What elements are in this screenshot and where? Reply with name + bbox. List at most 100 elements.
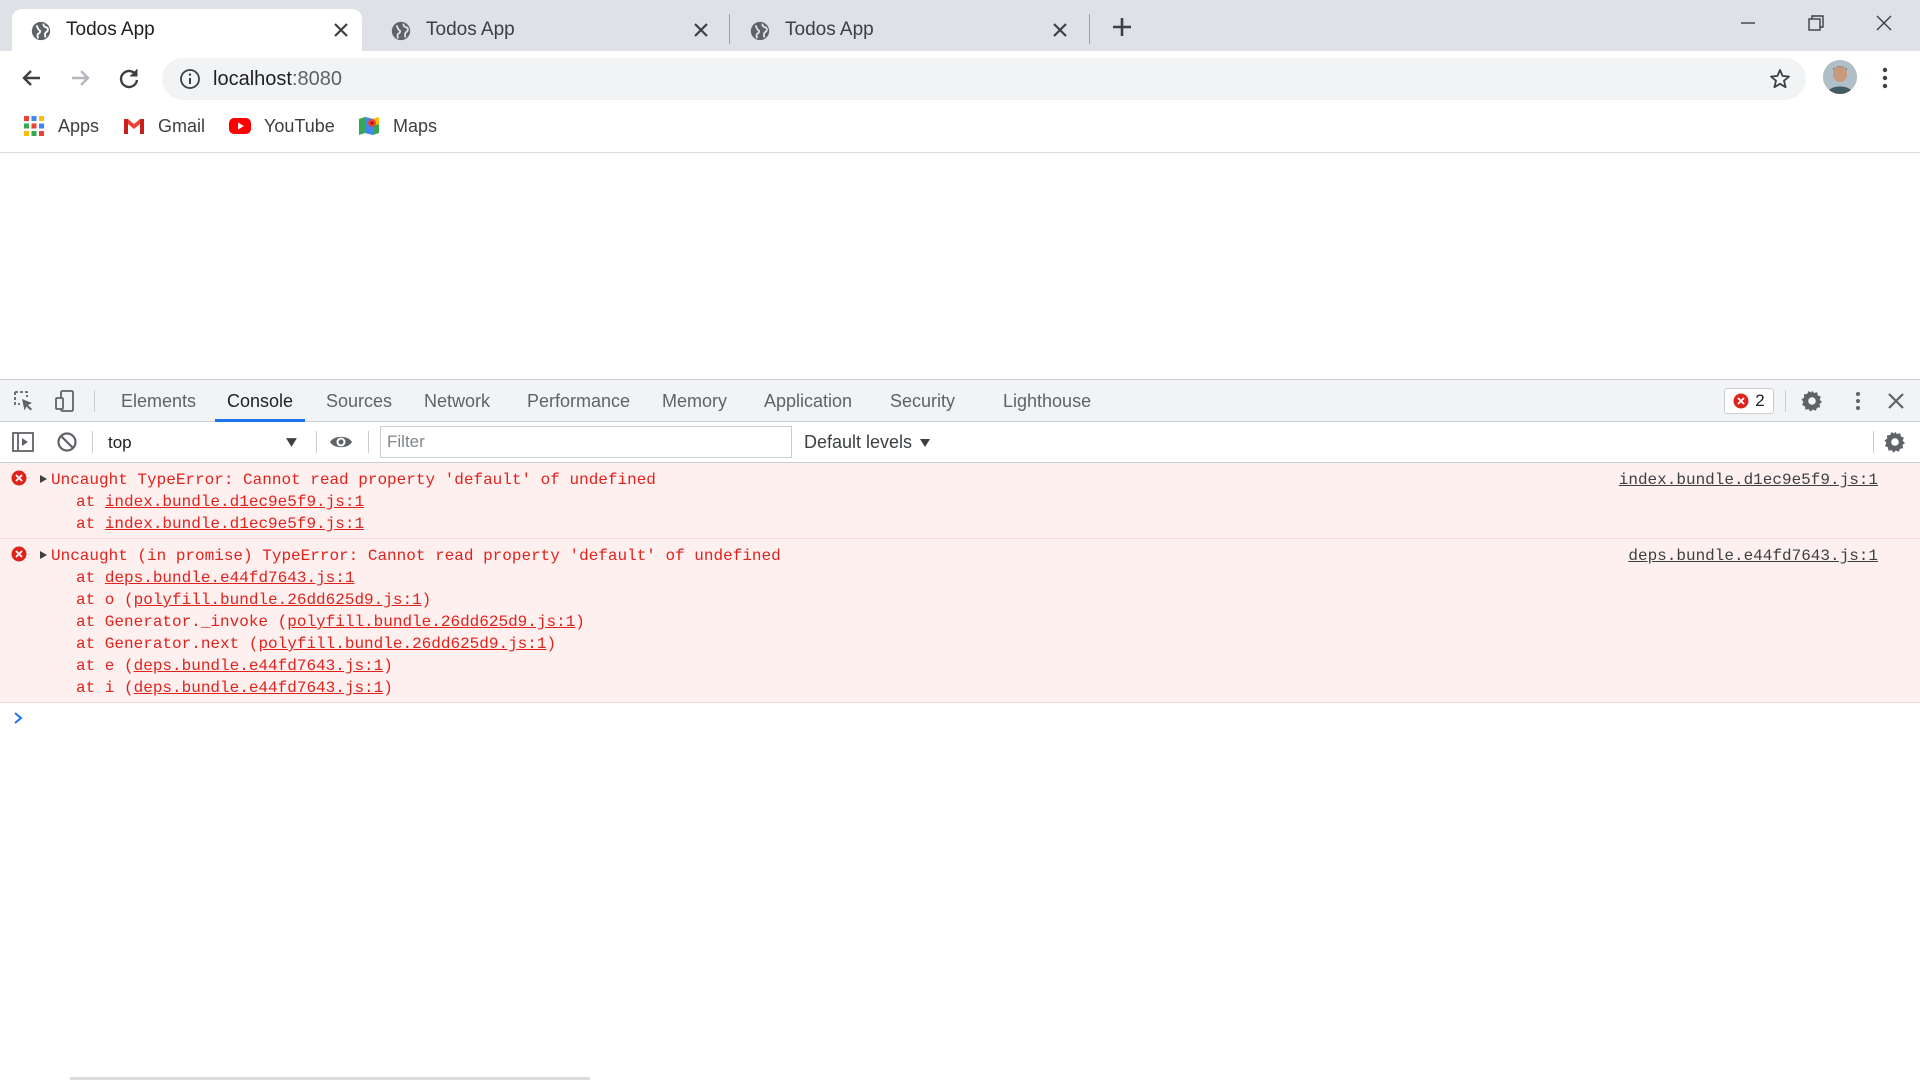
address-bar[interactable]: localhost:8080 xyxy=(162,58,1806,100)
frame-suffix: ) xyxy=(546,635,557,653)
frame-link[interactable]: index.bundle.d1ec9e5f9.js:1 xyxy=(105,515,364,533)
globe-icon xyxy=(391,21,411,41)
gmail-icon xyxy=(124,119,144,134)
tab-security[interactable]: Security xyxy=(878,380,967,422)
frame-suffix: ) xyxy=(383,657,393,675)
close-window-icon[interactable] xyxy=(1871,10,1897,36)
toolbar-divider xyxy=(92,431,93,453)
url-port: :8080 xyxy=(291,68,342,90)
frame-link[interactable]: deps.bundle.e44fd7643.js:1 xyxy=(134,657,384,675)
clear-console-icon[interactable] xyxy=(55,430,79,454)
stack-frame: at e (deps.bundle.e44fd7643.js:1) xyxy=(76,655,585,677)
stack-frame: at Generator.next (polyfill.bundle.26dd6… xyxy=(76,633,585,655)
bookmark-label: Maps xyxy=(393,115,438,136)
show-sidebar-icon[interactable] xyxy=(11,430,35,454)
tab-memory[interactable]: Memory xyxy=(650,380,739,422)
tab-title: Todos App xyxy=(66,19,155,40)
browser-tab-2[interactable]: Todos App xyxy=(372,9,722,51)
tab-sources[interactable]: Sources xyxy=(314,380,404,422)
frame-prefix: at xyxy=(76,493,105,511)
globe-icon xyxy=(31,21,51,41)
profile-avatar[interactable] xyxy=(1823,60,1857,94)
bookmark-apps[interactable]: Apps xyxy=(22,106,99,146)
expand-triangle-icon[interactable] xyxy=(38,550,48,560)
console-error-message[interactable]: Uncaught TypeError: Cannot read property… xyxy=(0,463,1920,539)
settings-gear-icon[interactable] xyxy=(1800,389,1824,413)
url-host: localhost xyxy=(213,68,292,90)
site-info-icon[interactable] xyxy=(179,68,201,90)
stack-frame: at index.bundle.d1ec9e5f9.js:1 xyxy=(76,491,364,513)
stack-frame: at index.bundle.d1ec9e5f9.js:1 xyxy=(76,513,364,535)
bookmark-star-icon[interactable] xyxy=(1768,67,1792,91)
back-arrow-icon[interactable] xyxy=(18,64,46,92)
log-levels-select[interactable]: Default levels xyxy=(804,428,931,457)
devtools-panel: Elements Console Sources Network Perform… xyxy=(0,379,1920,1080)
error-source-link[interactable]: index.bundle.d1ec9e5f9.js:1 xyxy=(1619,469,1878,491)
tab-separator xyxy=(729,14,730,44)
toolbar-divider xyxy=(316,431,317,453)
bookmark-maps[interactable]: Maps xyxy=(357,106,437,146)
log-levels-label: Default levels xyxy=(804,432,913,452)
console-prompt[interactable] xyxy=(0,703,1920,733)
live-expression-eye-icon[interactable] xyxy=(329,430,353,454)
tab-elements[interactable]: Elements xyxy=(109,380,208,422)
browser-toolbar: localhost:8080 xyxy=(0,51,1920,106)
forward-arrow-icon[interactable] xyxy=(66,64,94,92)
youtube-icon xyxy=(229,118,251,134)
frame-suffix: ) xyxy=(383,679,393,697)
stack-trace: at deps.bundle.e44fd7643.js:1 at o (poly… xyxy=(76,567,585,699)
error-circle-icon xyxy=(1733,393,1749,409)
stack-frame: at deps.bundle.e44fd7643.js:1 xyxy=(76,567,585,589)
dropdown-triangle-icon xyxy=(920,438,931,447)
new-tab-plus-icon[interactable] xyxy=(1110,15,1134,39)
close-devtools-icon[interactable] xyxy=(1884,389,1908,413)
tab-application[interactable]: Application xyxy=(752,380,864,422)
close-tab-icon[interactable] xyxy=(332,21,350,39)
tab-performance[interactable]: Performance xyxy=(515,380,642,422)
page-content xyxy=(0,153,1920,379)
more-vertical-icon[interactable] xyxy=(1846,389,1870,413)
reload-icon[interactable] xyxy=(115,64,143,92)
error-source-link[interactable]: deps.bundle.e44fd7643.js:1 xyxy=(1628,545,1878,567)
bookmark-gmail[interactable]: Gmail xyxy=(122,106,205,146)
stack-frame: at i (deps.bundle.e44fd7643.js:1) xyxy=(76,677,585,699)
frame-link[interactable]: polyfill.bundle.26dd625d9.js:1 xyxy=(287,613,575,631)
close-tab-icon[interactable] xyxy=(1051,21,1069,39)
browser-tab-3[interactable]: Todos App xyxy=(731,9,1081,51)
bookmark-youtube[interactable]: YouTube xyxy=(228,106,335,146)
stack-trace: at index.bundle.d1ec9e5f9.js:1 at index.… xyxy=(76,491,364,535)
bookmark-label: YouTube xyxy=(264,115,335,136)
tab-network[interactable]: Network xyxy=(412,380,502,422)
globe-icon xyxy=(750,21,770,41)
frame-link[interactable]: deps.bundle.e44fd7643.js:1 xyxy=(105,569,355,587)
restore-window-icon[interactable] xyxy=(1803,10,1829,36)
tab-strip: Todos App Todos App Todos App xyxy=(0,0,1920,51)
error-circle-icon xyxy=(11,470,27,486)
frame-prefix: at e ( xyxy=(76,657,134,675)
error-count-badge[interactable]: 2 xyxy=(1724,388,1774,414)
console-filter-input[interactable] xyxy=(380,426,792,458)
device-toolbar-icon[interactable] xyxy=(53,389,77,413)
tab-console[interactable]: Console xyxy=(215,380,306,422)
javascript-context-select[interactable]: top xyxy=(100,428,306,457)
person-avatar-icon xyxy=(1823,60,1857,94)
inspect-element-icon[interactable] xyxy=(12,389,36,413)
more-vertical-icon[interactable] xyxy=(1876,65,1894,91)
toolbar-divider xyxy=(94,390,95,412)
close-tab-icon[interactable] xyxy=(692,21,710,39)
tab-lighthouse[interactable]: Lighthouse xyxy=(991,380,1103,422)
console-toolbar: top Default levels xyxy=(0,422,1920,463)
browser-tab-1[interactable]: Todos App xyxy=(12,9,362,51)
minimize-window-icon[interactable] xyxy=(1735,10,1761,36)
stack-frame: at o (polyfill.bundle.26dd625d9.js:1) xyxy=(76,589,585,611)
console-error-message[interactable]: Uncaught (in promise) TypeError: Cannot … xyxy=(0,539,1920,703)
frame-link[interactable]: polyfill.bundle.26dd625d9.js:1 xyxy=(134,591,422,609)
frame-link[interactable]: index.bundle.d1ec9e5f9.js:1 xyxy=(105,493,364,511)
frame-link[interactable]: deps.bundle.e44fd7643.js:1 xyxy=(134,679,384,697)
console-settings-gear-icon[interactable] xyxy=(1883,430,1907,454)
devtools-tab-bar: Elements Console Sources Network Perform… xyxy=(0,380,1920,422)
dropdown-triangle-icon xyxy=(286,438,297,447)
expand-triangle-icon[interactable] xyxy=(38,474,48,484)
frame-link[interactable]: polyfill.bundle.26dd625d9.js:1 xyxy=(258,635,546,653)
url-text[interactable]: localhost:8080 xyxy=(213,58,342,100)
